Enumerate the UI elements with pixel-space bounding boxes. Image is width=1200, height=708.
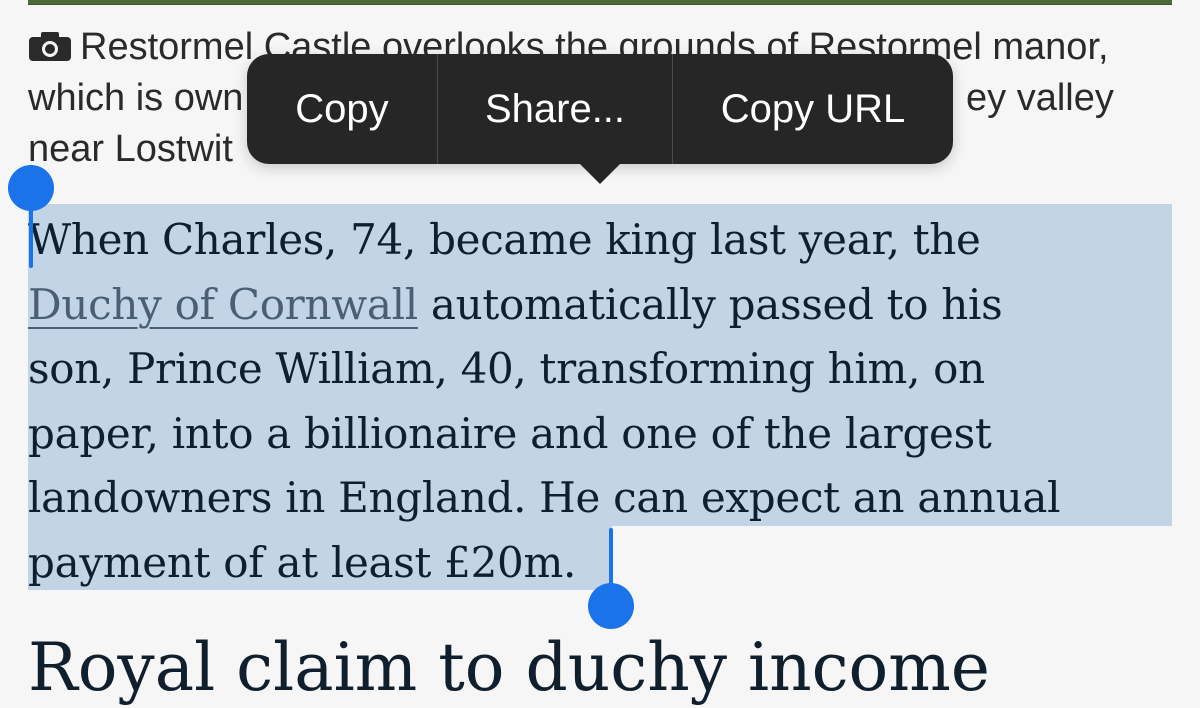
selection-start-caret bbox=[29, 198, 33, 268]
duchy-of-cornwall-link[interactable]: Duchy of Cornwall bbox=[28, 280, 418, 329]
caption-text-2: which is own bbox=[28, 77, 244, 119]
caption-text-3: near Lostwit bbox=[28, 128, 233, 170]
section-heading: Royal claim to duchy income bbox=[28, 629, 990, 706]
photo-bottom-edge bbox=[28, 0, 1172, 5]
caption-text-2-right: ey valley bbox=[966, 77, 1114, 119]
copy-url-menu-item[interactable]: Copy URL bbox=[673, 54, 953, 164]
paragraph-line: Duchy of Cornwall automatically passed t… bbox=[28, 273, 1178, 338]
text-selection-context-menu: Copy Share... Copy URL bbox=[247, 54, 953, 164]
paragraph-line: landowners in England. He can expect an … bbox=[28, 473, 1061, 522]
selection-end-caret bbox=[609, 528, 613, 588]
paragraph-line-text: automatically passed to his bbox=[417, 279, 1003, 329]
article-paragraph: When Charles, 74, became king last year,… bbox=[28, 208, 1178, 595]
camera-icon bbox=[29, 32, 71, 61]
copy-menu-item[interactable]: Copy bbox=[247, 54, 437, 164]
paragraph-line: When Charles, 74, became king last year,… bbox=[28, 215, 981, 264]
share-menu-item[interactable]: Share... bbox=[438, 54, 672, 164]
paragraph-line: paper, into a billionaire and one of the… bbox=[28, 408, 992, 458]
selection-end-handle[interactable] bbox=[588, 583, 634, 629]
paragraph-line: son, Prince William, 40, transforming hi… bbox=[28, 344, 985, 393]
context-menu-pointer bbox=[578, 162, 622, 184]
